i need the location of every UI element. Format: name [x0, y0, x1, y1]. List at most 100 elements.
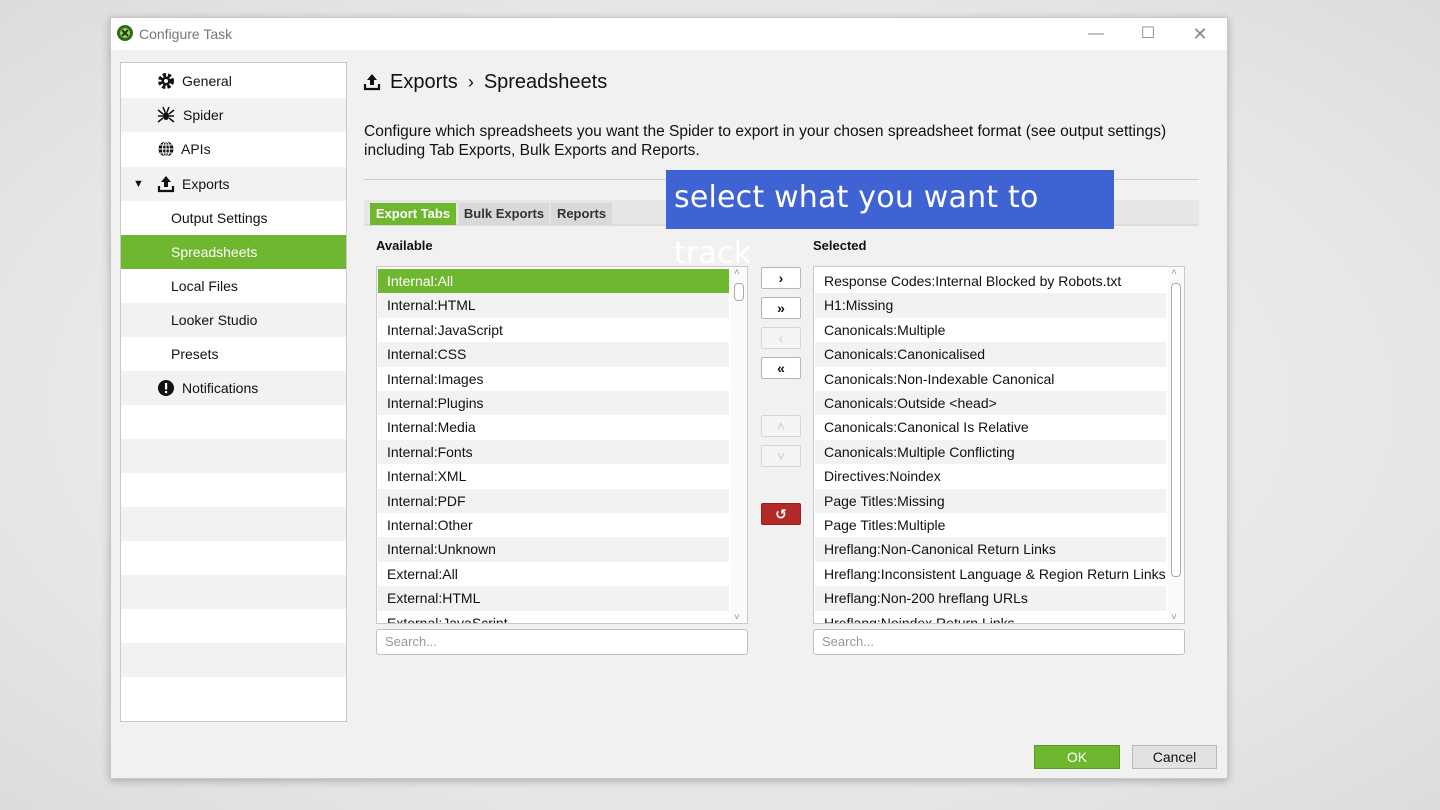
selected-label: Selected	[813, 238, 867, 253]
alert-icon	[158, 380, 174, 396]
list-item[interactable]: Internal:HTML	[378, 293, 729, 318]
list-item[interactable]: Internal:Fonts	[378, 439, 729, 465]
sidebar-empty-row	[121, 643, 346, 677]
title-bar: Configure Task — ☐ ✕	[111, 18, 1227, 50]
expand-arrow-icon[interactable]: ▼	[133, 167, 144, 201]
sidebar-item-label: Exports	[182, 176, 230, 192]
spider-icon	[157, 106, 175, 123]
selected-scrollbar[interactable]: ˄ ˅	[1168, 267, 1184, 623]
globe-icon	[158, 141, 174, 157]
list-item[interactable]: Hreflang:Non-Canonical Return Links	[815, 537, 1166, 562]
selected-list[interactable]: Hreflang:Noindex Return Links Hreflang:No…	[813, 266, 1185, 624]
list-item[interactable]: Canonicals:Canonicalised	[815, 342, 1166, 367]
sidebar-item-output-settings[interactable]: Output Settings	[121, 201, 346, 235]
sidebar-item-label: General	[182, 73, 232, 89]
reset-button[interactable]: ↺	[761, 503, 801, 525]
sidebar-item-label: Spider	[183, 107, 224, 123]
tab-export-tabs[interactable]: Export Tabs	[370, 203, 456, 225]
scroll-up-icon[interactable]: ˄	[1171, 267, 1177, 278]
window-title: Configure Task	[139, 26, 233, 42]
list-item[interactable]: Internal:PDF	[378, 488, 729, 513]
page-description: Configure which spreadsheets you want th…	[364, 123, 1167, 159]
sidebar-item-label: Output Settings	[171, 210, 268, 226]
list-item[interactable]: Response Codes:Internal Blocked by Robot…	[815, 269, 1166, 293]
list-item[interactable]: Internal:CSS	[378, 342, 729, 367]
available-label: Available	[376, 238, 433, 253]
sidebar-item-exports[interactable]: ▼ Exports	[121, 167, 346, 201]
list-item[interactable]: Internal:XML	[378, 464, 729, 488]
selected-search-input[interactable]: Search...	[813, 629, 1185, 655]
remove-all-button[interactable]: «	[761, 357, 801, 379]
sidebar-item-notifications[interactable]: Notifications	[121, 371, 346, 405]
tab-bulk-exports[interactable]: Bulk Exports	[459, 203, 549, 225]
breadcrumb-exports: Exports	[390, 70, 458, 93]
list-item[interactable]: Internal:Other	[378, 513, 729, 537]
sidebar-empty-row	[121, 473, 346, 507]
list-item[interactable]: Internal:Unknown	[378, 537, 729, 562]
list-item[interactable]: External:JavaScript	[378, 611, 729, 623]
ok-button[interactable]: OK	[1034, 745, 1120, 769]
sidebar-item-looker-studio[interactable]: Looker Studio	[121, 303, 346, 337]
breadcrumb-spreadsheets: Spreadsheets	[483, 70, 608, 93]
sidebar-item-label: Looker Studio	[171, 312, 258, 328]
list-item[interactable]: H1:Missing	[815, 293, 1166, 318]
list-item[interactable]: Internal:Media	[378, 415, 729, 439]
close-button[interactable]: ✕	[1187, 24, 1213, 44]
list-item[interactable]: Internal:Images	[378, 367, 729, 391]
sidebar-empty-row	[121, 541, 346, 575]
sidebar-item-spreadsheets[interactable]: Spreadsheets	[121, 235, 346, 269]
list-item[interactable]: Internal:Plugins	[378, 391, 729, 416]
scroll-down-icon[interactable]: ˅	[1171, 612, 1177, 623]
overlay-caption: select what you want to track	[666, 170, 1114, 271]
cancel-button[interactable]: Cancel	[1132, 745, 1217, 769]
tab-reports[interactable]: Reports	[551, 203, 612, 225]
gear-icon	[158, 73, 174, 89]
sidebar-empty-row	[121, 575, 346, 609]
sidebar-empty-row	[121, 405, 346, 439]
list-item[interactable]: Canonicals:Non-Indexable Canonical	[815, 367, 1166, 391]
available-search-input[interactable]: Search...	[376, 629, 748, 655]
sidebar-empty-row	[121, 439, 346, 473]
list-item[interactable]: Directives:Noindex	[815, 464, 1166, 488]
minimize-button[interactable]: —	[1083, 24, 1109, 44]
sidebar: General Spider APIs ▼ Exports Output Set…	[120, 62, 347, 722]
sidebar-item-label: APIs	[181, 141, 211, 157]
breadcrumb: Exports › Spreadsheets	[363, 68, 607, 96]
scroll-thumb[interactable]	[734, 283, 744, 301]
sidebar-item-label: Presets	[171, 346, 219, 362]
sidebar-empty-row	[121, 677, 346, 711]
list-item[interactable]: Internal:JavaScript	[378, 318, 729, 342]
scroll-thumb[interactable]	[1171, 283, 1181, 577]
available-list[interactable]: External:JavaScript External:HTML External…	[376, 266, 748, 624]
breadcrumb-separator: ›	[467, 71, 474, 92]
maximize-button[interactable]: ☐	[1135, 24, 1161, 44]
sidebar-empty-row	[121, 507, 346, 541]
add-all-button[interactable]: »	[761, 297, 801, 319]
sidebar-item-label: Local Files	[171, 278, 238, 294]
remove-button[interactable]: ‹	[761, 327, 801, 349]
app-logo-icon	[117, 25, 133, 41]
available-scrollbar[interactable]: ˄ ˅	[731, 267, 747, 623]
list-item[interactable]: Page Titles:Multiple	[815, 513, 1166, 537]
list-item[interactable]: Page Titles:Missing	[815, 488, 1166, 513]
sidebar-item-apis[interactable]: APIs	[121, 132, 346, 166]
list-item[interactable]: Canonicals:Canonical Is Relative	[815, 415, 1166, 439]
list-item[interactable]: Hreflang:Non-200 hreflang URLs	[815, 586, 1166, 611]
configure-task-dialog: Configure Task — ☐ ✕ General Spider APIs…	[110, 17, 1228, 779]
list-item[interactable]: Canonicals:Multiple	[815, 318, 1166, 342]
sidebar-item-local-files[interactable]: Local Files	[121, 269, 346, 303]
list-item[interactable]: Hreflang:Noindex Return Links	[815, 611, 1166, 623]
scroll-down-icon[interactable]: ˅	[734, 612, 740, 623]
sidebar-item-general[interactable]: General	[121, 64, 346, 98]
add-button[interactable]: ›	[761, 267, 801, 289]
sidebar-item-spider[interactable]: Spider	[121, 98, 346, 132]
list-item[interactable]: Hreflang:Inconsistent Language & Region …	[815, 562, 1166, 586]
list-item[interactable]: External:All	[378, 562, 729, 586]
move-up-button[interactable]: ˄	[761, 415, 801, 437]
list-item[interactable]: Canonicals:Multiple Conflicting	[815, 439, 1166, 465]
sidebar-item-presets[interactable]: Presets	[121, 337, 346, 371]
list-item[interactable]: External:HTML	[378, 586, 729, 611]
upload-icon	[157, 176, 175, 193]
list-item[interactable]: Canonicals:Outside <head>	[815, 391, 1166, 416]
move-down-button[interactable]: ˅	[761, 445, 801, 467]
